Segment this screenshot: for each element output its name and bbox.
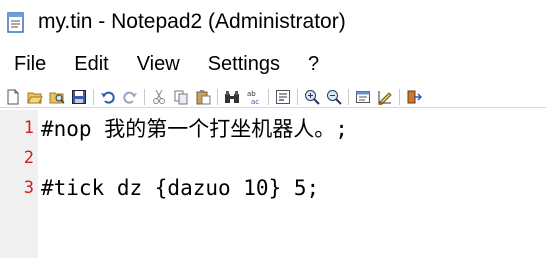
svg-text:ab: ab (247, 90, 256, 98)
toolbar-separator (93, 88, 94, 105)
line-text[interactable]: #tick dz {dazuo 10} 5; (41, 176, 319, 200)
redo-icon (123, 91, 137, 104)
line-text[interactable]: #nop 我的第一个打坐机器人。; (41, 113, 348, 143)
line-number: 2 (23, 148, 34, 168)
paste-button[interactable] (192, 87, 214, 107)
line-number: 1 (23, 118, 34, 138)
find-icon (225, 90, 239, 103)
customize-button[interactable] (374, 87, 396, 107)
title-bar: my.tin - Notepad2 (Administrator) (0, 0, 546, 44)
zoom-out-icon (327, 89, 342, 105)
word-wrap-button[interactable] (272, 87, 294, 107)
replace-icon: abac (247, 90, 259, 105)
save-icon (72, 89, 86, 104)
editor-line: 1 #nop 我的第一个打坐机器人。; (0, 113, 546, 143)
toolbar-separator (348, 88, 349, 105)
cut-icon (153, 89, 165, 104)
find-button[interactable] (221, 87, 243, 107)
exit-icon (407, 90, 422, 103)
copy-button[interactable] (170, 87, 192, 107)
zoom-in-icon (305, 89, 320, 105)
editor-line: 3 #tick dz {dazuo 10} 5; (0, 173, 546, 203)
toolbar-separator (144, 88, 145, 105)
undo-icon (101, 91, 115, 104)
menu-bar: File Edit View Settings ? (0, 48, 546, 80)
window-title: my.tin - Notepad2 (Administrator) (38, 10, 346, 33)
toolbar-separator (217, 88, 218, 105)
copy-icon (174, 90, 188, 104)
line-number: 3 (23, 178, 34, 198)
browse-icon (49, 92, 65, 104)
text-editor[interactable]: 1 #nop 我的第一个打坐机器人。; 2 3 #tick dz {dazuo … (0, 110, 546, 258)
menu-help[interactable]: ? (294, 53, 333, 76)
notepad-app-icon (7, 12, 24, 33)
open-icon (27, 92, 43, 103)
undo-button[interactable] (97, 87, 119, 107)
menu-view[interactable]: View (123, 53, 194, 76)
menu-edit[interactable]: Edit (60, 53, 122, 76)
zoom-in-button[interactable] (301, 87, 323, 107)
svg-text:ac: ac (251, 98, 259, 105)
editor-line: 2 (0, 143, 546, 173)
new-button[interactable] (2, 87, 24, 107)
redo-button[interactable] (119, 87, 141, 107)
toolbar-separator (399, 88, 400, 105)
replace-button[interactable]: ab ac (243, 87, 265, 107)
customize-icon (378, 90, 392, 105)
toolbar-separator (268, 88, 269, 105)
word-wrap-icon (276, 89, 290, 104)
toolbar-separator (297, 88, 298, 105)
new-icon (7, 89, 19, 104)
paste-icon (196, 89, 211, 104)
scheme-icon (356, 90, 370, 103)
open-button[interactable] (24, 87, 46, 107)
cut-button[interactable] (148, 87, 170, 107)
menu-settings[interactable]: Settings (194, 53, 294, 76)
save-button[interactable] (68, 87, 90, 107)
exit-button[interactable] (403, 87, 425, 107)
browse-button[interactable] (46, 87, 68, 107)
scheme-button[interactable] (352, 87, 374, 107)
zoom-out-button[interactable] (323, 87, 345, 107)
toolbar: ab ac (0, 86, 546, 108)
menu-file[interactable]: File (0, 53, 60, 76)
